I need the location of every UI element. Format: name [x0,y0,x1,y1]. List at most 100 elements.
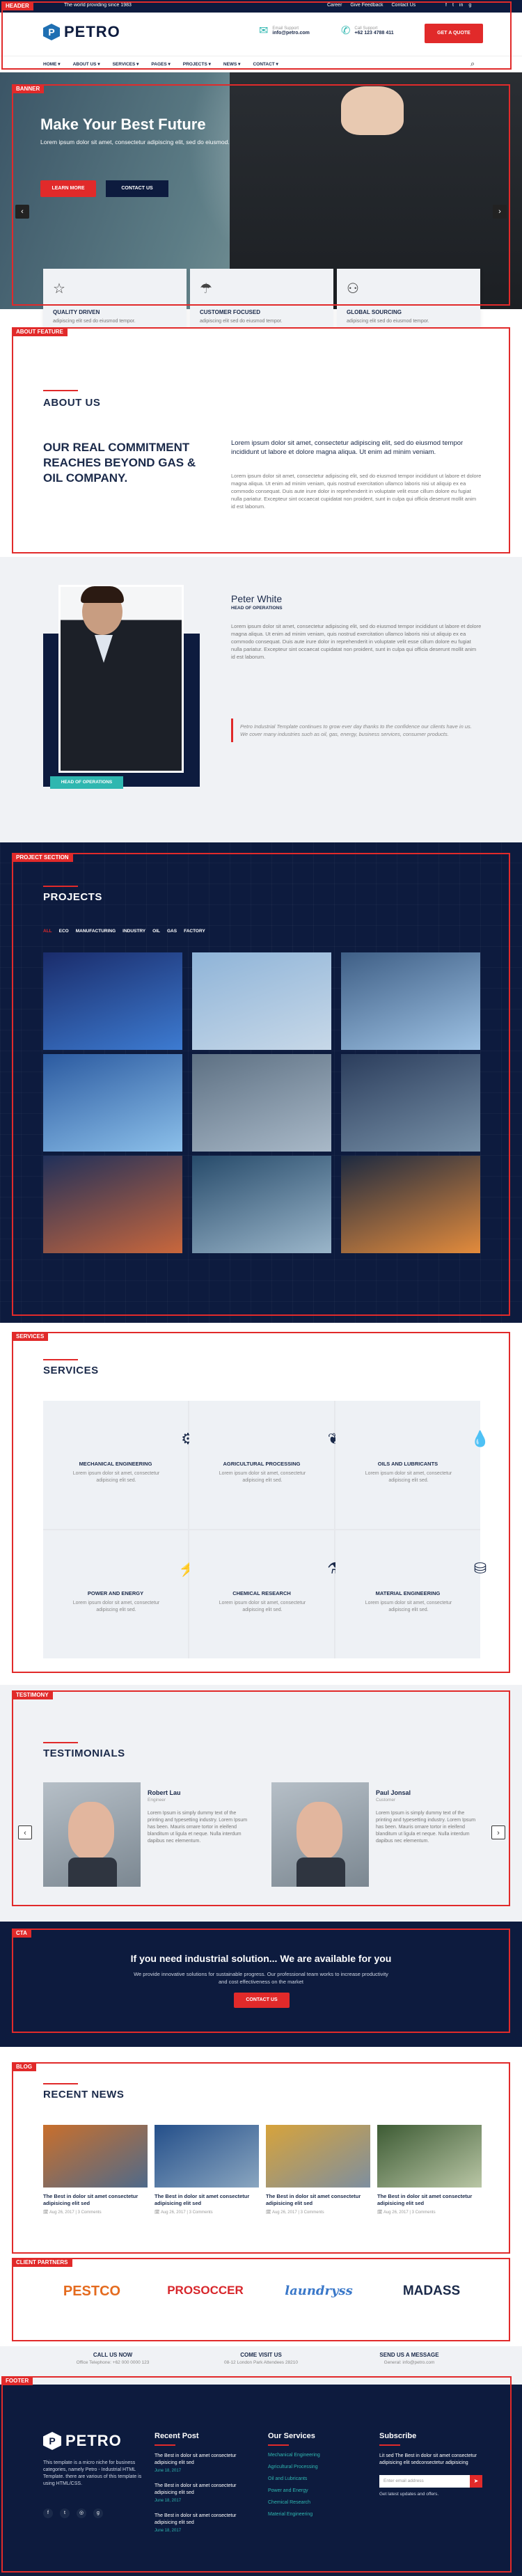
role-tag: HEAD OF OPERATIONS [50,776,123,789]
footer-service-link[interactable]: Mechanical Engineering [268,2453,320,2458]
project-tile[interactable] [43,1156,182,1253]
nav-services[interactable]: SERVICES ▾ [113,61,139,67]
feature-text: adipiscing elit sed do eiusmod tempor. [53,319,136,324]
about-title: ABOUT US [43,397,101,409]
news-title[interactable]: The Best in dolor sit amet consectetur a… [266,2193,370,2207]
twitter-icon[interactable]: t [452,3,454,8]
project-tile[interactable] [43,952,182,1050]
service-card[interactable]: ⛁ MATERIAL ENGINEERING Lorem ipsum dolor… [335,1530,487,1658]
facebook-icon[interactable]: f [43,2508,53,2518]
footer-service-link[interactable]: Oil and Lubricants [268,2476,320,2481]
service-card[interactable]: ⚡ POWER AND ENERGY Lorem ipsum dolor sit… [43,1530,198,1658]
logo-text: PETRO [64,23,120,40]
news-card[interactable]: The Best in dolor sit amet consectetur a… [377,2125,482,2215]
partner-logo-madass[interactable]: MADASS [383,2284,480,2311]
get-quote-button[interactable]: GET A QUOTE [425,24,483,43]
twitter-icon[interactable]: t [60,2508,70,2518]
partner-logo-prosoccer[interactable]: PROSOCCER [157,2284,254,2311]
facebook-icon[interactable]: f [445,3,447,8]
news-comments[interactable]: 3 Comments [78,2210,102,2215]
project-tile[interactable] [341,1156,480,1253]
chevron-left-icon[interactable]: ‹ [15,205,29,219]
news-title[interactable]: The Best in dolor sit amet consectetur a… [43,2193,148,2207]
instagram-icon[interactable]: ◎ [77,2508,86,2518]
nav-news[interactable]: NEWS ▾ [223,61,241,67]
nav-pages[interactable]: PAGES ▾ [151,61,170,67]
service-card[interactable]: ❦ AGRICULTURAL PROCESSING Lorem ipsum do… [189,1401,340,1529]
service-card[interactable]: ⚗ CHEMICAL RESEARCH Lorem ipsum dolor si… [189,1530,341,1658]
service-card[interactable]: ⚙ MECHANICAL ENGINEERING Lorem ipsum dol… [43,1401,195,1529]
news-title[interactable]: The Best in dolor sit amet consectetur a… [377,2193,482,2207]
filter-all[interactable]: ALL [43,929,52,934]
google-icon[interactable]: g [468,3,471,8]
testimonial-name: Paul Jonsal [376,1789,411,1796]
search-icon[interactable]: ⌕ [470,60,475,69]
news-date: Aug 26, 2017 [271,2210,297,2215]
news-comments[interactable]: 3 Comments [412,2210,436,2215]
project-tile[interactable] [192,1054,331,1152]
google-icon[interactable]: g [93,2508,103,2518]
phone-value[interactable]: +62 123 4788 411 [354,31,393,36]
footer-service-link[interactable]: Chemical Research [268,2500,320,2505]
service-card[interactable]: 💧 OILS AND LUBRICANTS Lorem ipsum dolor … [335,1401,490,1529]
news-title[interactable]: The Best in dolor sit amet consectetur a… [155,2193,259,2207]
nav-contact[interactable]: CONTACT ▾ [253,61,278,67]
project-tile[interactable] [192,952,331,1050]
partner-logo-pestco[interactable]: PESTCO [43,2284,141,2311]
testimonial-photo [271,1782,369,1887]
contact-link[interactable]: Contact Us [392,3,416,8]
contact-message-text: General: info@petro.com [383,2360,435,2365]
project-tile[interactable] [43,1054,182,1152]
hero-contact-button[interactable]: CONTACT US [106,180,168,197]
filter-industry[interactable]: INDUSTRY [122,929,145,934]
filter-gas[interactable]: GAS [167,929,177,934]
learn-more-button[interactable]: LEARN MORE [40,180,96,197]
service-title: CHEMICAL RESEARCH [232,1590,291,1596]
about-headline: OUR REAL COMMITMENT REACHES BEYOND GAS &… [43,441,196,485]
project-tile[interactable] [341,1054,480,1152]
feedback-link[interactable]: Give Feedback [350,3,383,8]
email-value[interactable]: info@petro.com [272,31,310,36]
services-title: SERVICES [43,1365,99,1376]
news-date: Aug 26, 2017 [49,2210,74,2215]
project-tile[interactable] [192,1156,331,1253]
cta-text: We provide innovative solutions for sust… [134,1971,388,1985]
chevron-left-icon[interactable]: ‹ [18,1825,32,1839]
footer-service-link[interactable]: Power and Energy [268,2488,320,2493]
filter-factory[interactable]: FACTORY [184,929,205,934]
career-link[interactable]: Career [327,3,342,8]
testimonial-text: Lorem Ipsum is simply dummy text of the … [148,1811,248,1844]
footer-logo[interactable]: P PETRO [43,2432,122,2450]
cta-contact-button[interactable]: CONTACT US [234,1993,290,2008]
chevron-right-icon[interactable]: › [491,1825,505,1839]
news-image[interactable] [155,2125,259,2188]
instagram-icon[interactable]: in [459,3,463,8]
filter-oil[interactable]: OIL [152,929,160,934]
filter-manufacturing[interactable]: MANUFACTURING [76,929,116,934]
footer-subscribe: Subscribe Lit sed The Best in dolor sit … [379,2432,484,2497]
news-image[interactable] [266,2125,370,2188]
subscribe-email-input[interactable]: Enter email address [379,2475,470,2488]
news-card[interactable]: The Best in dolor sit amet consectetur a… [43,2125,148,2215]
news-image[interactable] [43,2125,148,2188]
nav-home[interactable]: HOME ▾ [43,61,61,67]
project-tile[interactable] [341,952,480,1050]
news-image[interactable] [377,2125,482,2188]
partner-logo-laundryss[interactable]: laundryss [270,2284,367,2311]
footer-service-link[interactable]: Agricultural Processing [268,2465,320,2469]
news-card[interactable]: The Best in dolor sit amet consectetur a… [266,2125,370,2215]
footer-post[interactable]: The Best in dolor sit amet consectetur a… [155,2483,259,2503]
testimonials-section: TESTIMONIALS Robert Lau Engineer Lorem I… [0,1685,522,1922]
news-card[interactable]: The Best in dolor sit amet consectetur a… [155,2125,259,2215]
news-comments[interactable]: 3 Comments [301,2210,324,2215]
footer-post[interactable]: The Best in dolor sit amet consectetur a… [155,2453,259,2473]
news-comments[interactable]: 3 Comments [189,2210,213,2215]
footer-service-link[interactable]: Material Engineering [268,2512,320,2517]
logo[interactable]: P PETRO [43,23,120,41]
footer-post[interactable]: The Best in dolor sit amet consectetur a… [155,2513,259,2533]
filter-eco[interactable]: ECO [59,929,69,934]
chevron-right-icon[interactable]: › [493,205,507,219]
nav-about[interactable]: ABOUT US ▾ [73,61,100,67]
nav-projects[interactable]: PROJECTS ▾ [183,61,211,67]
send-icon[interactable]: ➤ [470,2475,482,2488]
